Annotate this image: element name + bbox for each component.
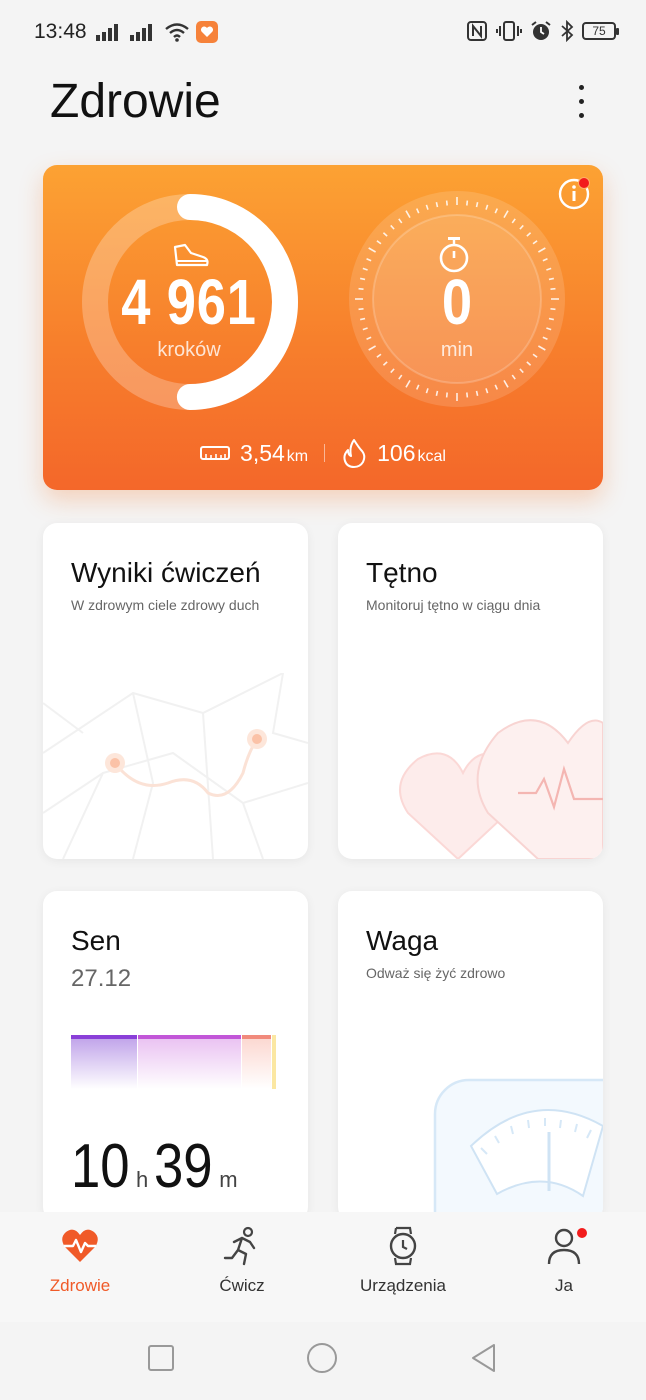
- tile-title: Tętno: [366, 557, 438, 588]
- dial-tick: [475, 390, 479, 397]
- distance-unit: km: [286, 447, 309, 465]
- nav-tab-urzadzenia[interactable]: Urządzenia: [343, 1226, 463, 1306]
- dial-tick: [359, 317, 366, 321]
- dial-tick: [466, 392, 469, 398]
- sleep-minutes-unit: m: [219, 1167, 238, 1192]
- dial-tick: [548, 317, 555, 321]
- distance-value: 3,54: [240, 439, 285, 466]
- sleep-duration: 10 h 39 m: [71, 1131, 244, 1202]
- route-map-illustration: [43, 673, 308, 859]
- system-navigation-bar: [0, 1322, 646, 1400]
- dial-tick: [358, 308, 364, 311]
- vibrate-icon: [496, 21, 522, 41]
- dial-tick: [435, 201, 439, 208]
- status-bar: 13:48 75: [0, 0, 646, 62]
- tile-subtitle: W zdrowym ciele zdrowy duch: [71, 597, 260, 613]
- dial-tick: [445, 200, 448, 206]
- more-dots-icon: [578, 84, 584, 90]
- calories-unit: kcal: [417, 447, 446, 465]
- dial-tick: [445, 392, 448, 398]
- steps-count: 4 961: [121, 266, 257, 338]
- watch-icon: [389, 1226, 417, 1266]
- hearts-illustration: [399, 719, 603, 859]
- back-icon[interactable]: [468, 1342, 500, 1374]
- nav-label: Ćwicz: [219, 1276, 265, 1295]
- active-minutes-value: 0: [441, 266, 473, 338]
- dial-tick: [358, 287, 364, 290]
- weight-tile[interactable]: Waga Odważ się żyć zdrowo: [338, 891, 603, 1221]
- wifi-icon: [165, 23, 189, 42]
- nav-tab-cwicz[interactable]: Ćwicz: [182, 1226, 302, 1306]
- nav-label: Zdrowie: [49, 1276, 111, 1295]
- home-icon[interactable]: [306, 1342, 338, 1374]
- sleep-tile[interactable]: Sen 27.12 10 h 39 m: [43, 891, 308, 1221]
- tile-title: Sen: [71, 925, 121, 956]
- notification-badge: [577, 1228, 587, 1238]
- active-minutes-unit: min: [440, 339, 474, 361]
- calories-value: 106: [377, 439, 416, 466]
- dial-tick: [550, 308, 556, 311]
- nav-label: Urządzenia: [360, 1276, 446, 1295]
- tile-title: Wyniki ćwiczeń: [71, 557, 261, 588]
- page-title: Zdrowie: [50, 75, 221, 128]
- tile-subtitle: Monitoruj tętno w ciągu dnia: [366, 597, 541, 613]
- dial-tick: [550, 287, 556, 290]
- battery-level: 75: [592, 24, 606, 38]
- more-options-button[interactable]: [562, 78, 600, 124]
- dial-tick: [435, 390, 439, 397]
- dial-tick: [466, 200, 469, 206]
- scale-illustration: [433, 1078, 603, 1221]
- exercise-results-tile[interactable]: Wyniki ćwiczeń W zdrowym ciele zdrowy du…: [43, 523, 308, 859]
- activity-stats-row: 3,54 km 106 kcal: [43, 437, 603, 469]
- sleep-hours-unit: h: [135, 1167, 149, 1192]
- alarm-icon: [531, 21, 551, 40]
- sleep-hours: 10: [71, 1132, 130, 1201]
- bluetooth-icon: [561, 20, 574, 42]
- stat-divider: [324, 444, 326, 462]
- nav-tab-zdrowie[interactable]: Zdrowie: [20, 1226, 140, 1306]
- health-app-notification-icon: [196, 21, 218, 43]
- tile-title: Waga: [366, 925, 439, 956]
- sleep-stages-chart: [71, 1035, 276, 1089]
- signal-icon: [96, 24, 118, 41]
- ruler-icon: [200, 446, 231, 460]
- heart-pulse-icon: [62, 1229, 98, 1262]
- dial-tick: [359, 277, 366, 281]
- signal-icon: [130, 24, 152, 41]
- bottom-navigation: Zdrowie Ćwicz Urządzenia Ja: [0, 1212, 646, 1322]
- runner-icon: [223, 1226, 256, 1266]
- flame-icon: [343, 439, 366, 468]
- sleep-minutes: 39: [154, 1132, 213, 1201]
- dial-tick: [548, 277, 555, 281]
- recent-apps-icon[interactable]: [145, 1342, 177, 1374]
- sleep-date: 27.12: [71, 965, 132, 992]
- heart-rate-tile[interactable]: Tętno Monitoruj tętno w ciągu dnia: [338, 523, 603, 859]
- status-time: 13:48: [34, 20, 87, 43]
- steps-unit: kroków: [157, 339, 221, 361]
- activity-summary-card[interactable]: 4 961 kroków 0 min 3,54 km 106 kcal: [43, 165, 603, 490]
- nav-tab-ja[interactable]: Ja: [504, 1226, 624, 1306]
- tile-subtitle: Odważ się żyć zdrowo: [366, 965, 506, 981]
- battery-icon: 75: [582, 22, 619, 40]
- nfc-icon: [467, 21, 487, 41]
- nav-label: Ja: [555, 1276, 573, 1295]
- info-badge: [578, 177, 590, 189]
- dial-tick: [475, 201, 479, 208]
